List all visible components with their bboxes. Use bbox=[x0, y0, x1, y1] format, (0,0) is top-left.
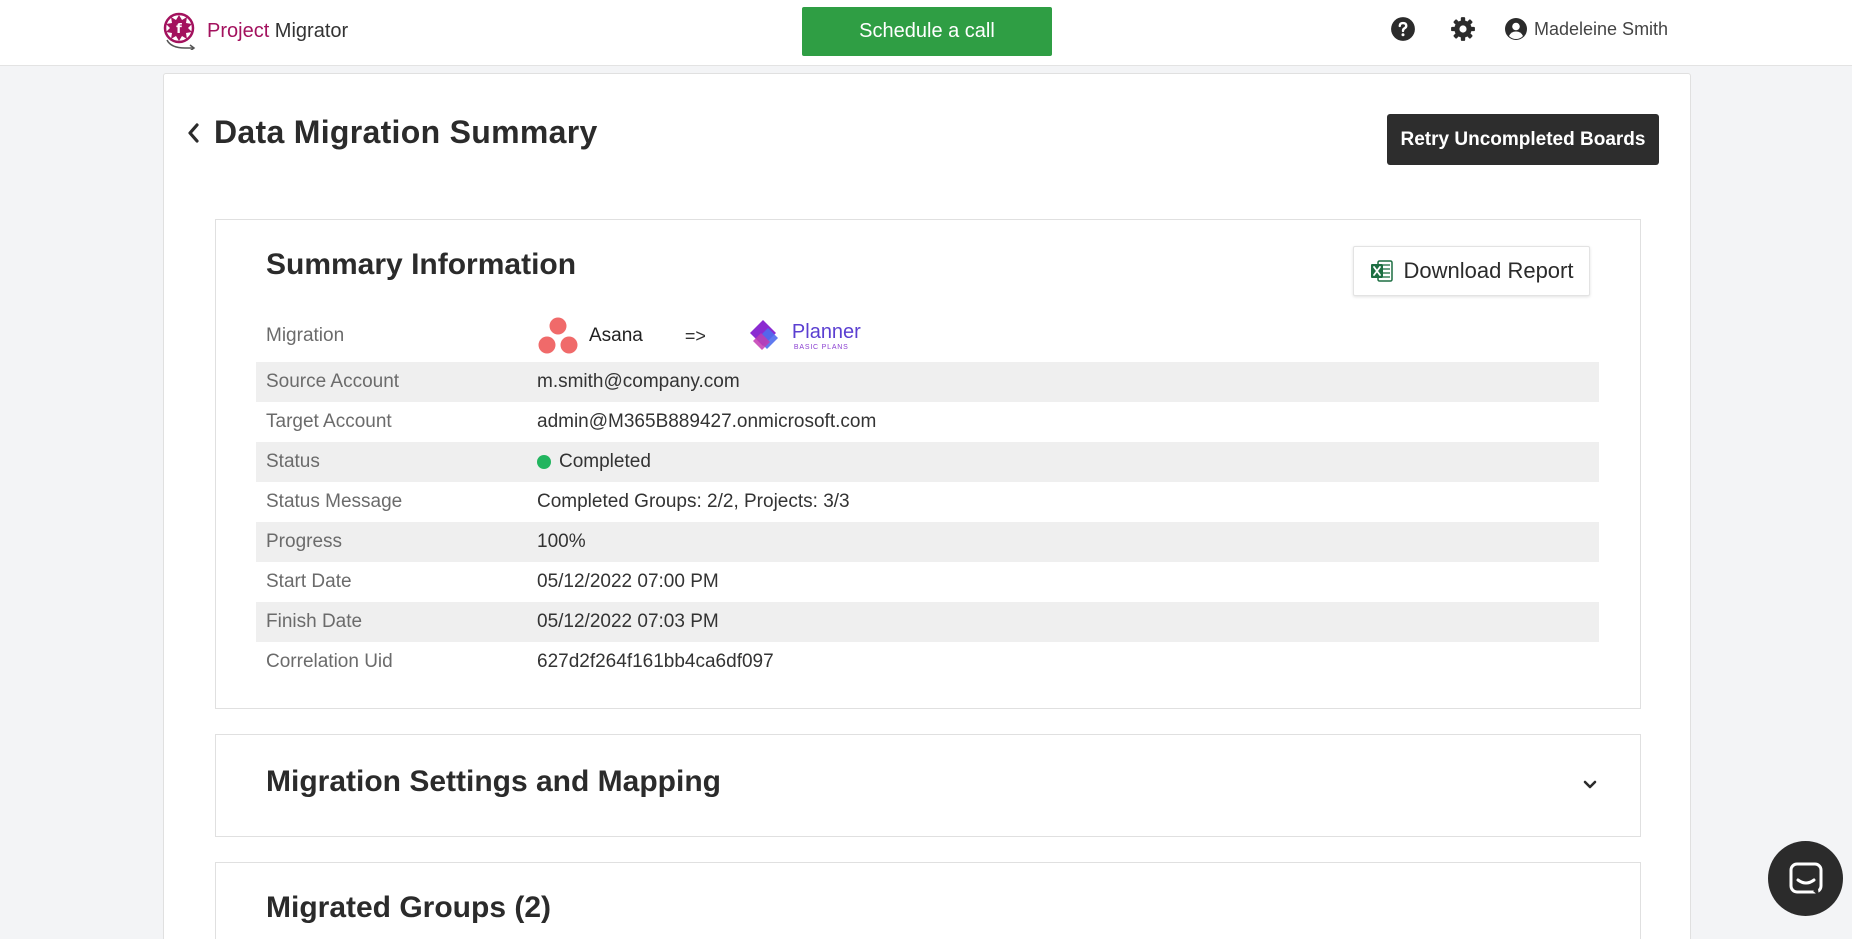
chat-launcher[interactable] bbox=[1768, 841, 1843, 916]
user-icon bbox=[1505, 18, 1527, 40]
migration-settings-panel[interactable]: Migration Settings and Mapping bbox=[215, 734, 1641, 837]
logo-icon: f bbox=[163, 12, 196, 50]
row-value: 627d2f264f161bb4ca6df097 bbox=[537, 651, 774, 672]
status-text: Completed bbox=[559, 451, 651, 472]
logo-text-accent: Project bbox=[207, 19, 270, 42]
row-value: m.smith@company.com bbox=[537, 371, 740, 392]
row-label: Progress bbox=[266, 531, 343, 552]
user-menu[interactable]: Madeleine Smith bbox=[1504, 17, 1668, 41]
schedule-call-button[interactable]: Schedule a call bbox=[802, 7, 1052, 56]
row-value: 05/12/2022 07:03 PM bbox=[537, 611, 719, 632]
row-label: Status Message bbox=[266, 491, 403, 512]
logo-text: Project Migrator bbox=[207, 20, 348, 43]
summary-row-target-account: Target Account admin@M365B889427.onmicro… bbox=[256, 402, 1599, 442]
svg-text:f: f bbox=[176, 22, 182, 37]
row-label: Correlation Uid bbox=[266, 651, 393, 672]
download-report-button[interactable]: Download Report bbox=[1353, 246, 1590, 296]
summary-row-finish-date: Finish Date 05/12/2022 07:03 PM bbox=[256, 602, 1599, 642]
help-icon[interactable] bbox=[1390, 16, 1416, 42]
source-app-name: Asana bbox=[589, 325, 643, 346]
summary-row-source-account: Source Account m.smith@company.com bbox=[256, 362, 1599, 402]
header-actions: Madeleine Smith bbox=[1390, 16, 1668, 42]
row-label: Status bbox=[266, 451, 320, 472]
retry-uncompleted-boards-button[interactable]: Retry Uncompleted Boards bbox=[1387, 114, 1659, 165]
chevron-left-icon[interactable] bbox=[186, 122, 200, 144]
app-logo[interactable]: f Project Migrator bbox=[163, 12, 348, 50]
source-app: Asana bbox=[537, 317, 643, 355]
download-report-label: Download Report bbox=[1403, 258, 1574, 283]
migration-arrow: => bbox=[684, 325, 706, 346]
row-value: 05/12/2022 07:00 PM bbox=[537, 571, 719, 592]
migration-settings-title: Migration Settings and Mapping bbox=[266, 765, 721, 798]
chat-icon bbox=[1789, 862, 1822, 896]
summary-title: Summary Information bbox=[266, 248, 577, 281]
row-value: admin@M365B889427.onmicrosoft.com bbox=[537, 411, 877, 432]
logo-text-rest: Migrator bbox=[269, 19, 349, 42]
migrated-groups-title: Migrated Groups (2) bbox=[266, 891, 552, 924]
main-card: Data Migration Summary Retry Uncompleted… bbox=[163, 73, 1691, 939]
row-label: Finish Date bbox=[266, 611, 363, 632]
top-bar: f Project Migrator Schedule a call Madel… bbox=[0, 0, 1852, 66]
row-label: Target Account bbox=[266, 411, 392, 432]
target-app-text: Planner BASIC PLANS bbox=[792, 322, 861, 351]
summary-row-correlation-uid: Correlation Uid 627d2f264f161bb4ca6df097 bbox=[256, 642, 1599, 682]
chevron-down-icon[interactable] bbox=[1582, 779, 1598, 791]
summary-row-progress: Progress 100% bbox=[256, 522, 1599, 562]
row-label: Start Date bbox=[266, 571, 352, 592]
planner-icon bbox=[749, 320, 778, 350]
status-value: Completed bbox=[537, 451, 651, 473]
user-name: Madeleine Smith bbox=[1534, 18, 1669, 39]
target-app-sub: BASIC PLANS bbox=[793, 343, 849, 351]
target-app-name: Planner bbox=[791, 320, 861, 343]
excel-icon bbox=[1370, 260, 1393, 282]
page-header: Data Migration Summary bbox=[186, 114, 598, 151]
page-title: Data Migration Summary bbox=[214, 114, 598, 150]
summary-row-status: Status Completed bbox=[256, 442, 1599, 482]
target-app: Planner BASIC PLANS bbox=[744, 317, 861, 355]
summary-panel: Summary Information Download Report Migr… bbox=[215, 219, 1641, 709]
row-value: 100% bbox=[537, 531, 586, 552]
row-label: Migration bbox=[266, 325, 345, 346]
summary-row-status-message: Status Message Completed Groups: 2/2, Pr… bbox=[256, 482, 1599, 522]
gear-icon[interactable] bbox=[1450, 16, 1476, 42]
asana-icon bbox=[538, 317, 578, 354]
row-value: Completed Groups: 2/2, Projects: 3/3 bbox=[537, 491, 850, 512]
summary-row-start-date: Start Date 05/12/2022 07:00 PM bbox=[256, 562, 1599, 602]
summary-rows: Migration Asana => Planner BASIC PLANS S… bbox=[256, 310, 1599, 682]
migration-apps: Asana => Planner BASIC PLANS bbox=[537, 317, 861, 355]
summary-row-migration: Migration Asana => Planner BASIC PLANS bbox=[256, 310, 1599, 362]
status-dot-icon bbox=[537, 455, 551, 469]
migrated-groups-panel: Migrated Groups (2) bbox=[215, 862, 1641, 939]
row-label: Source Account bbox=[266, 371, 400, 392]
